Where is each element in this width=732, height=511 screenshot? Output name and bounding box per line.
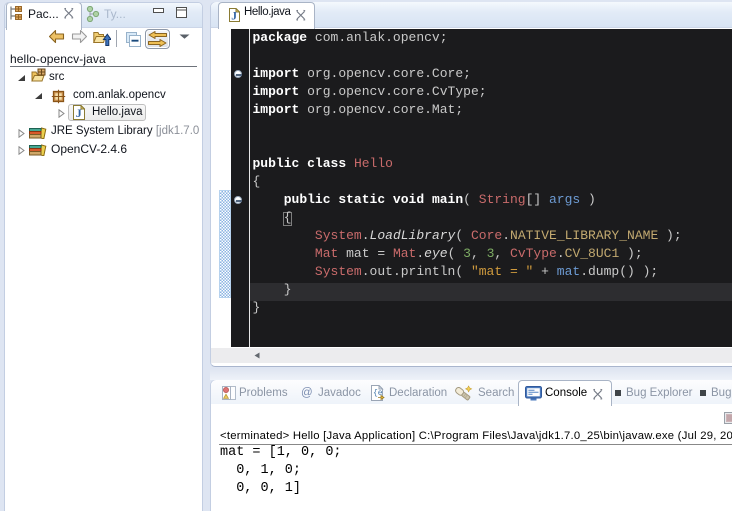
svg-text:J: J xyxy=(76,106,82,120)
svg-text:J: J xyxy=(231,11,237,23)
